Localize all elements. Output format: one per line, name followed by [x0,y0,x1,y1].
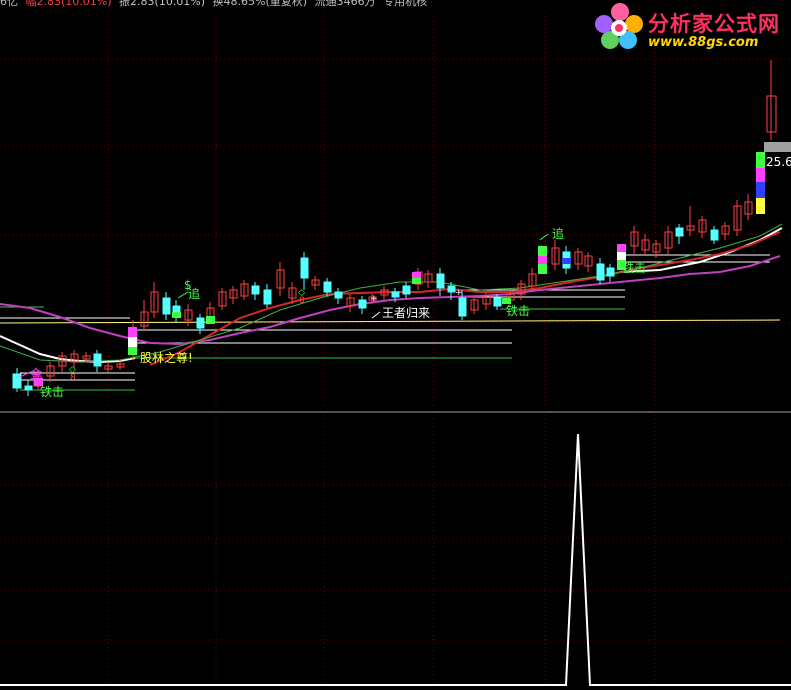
candle [733,200,742,236]
svg-text:+: + [370,294,378,304]
candle [150,282,159,318]
dollar-label: $ [184,278,192,292]
price-level-label: 25.69 [766,155,791,169]
tiji-label-1: 铁击 [40,385,64,399]
wangzhe-label: 王者归来 [382,306,430,320]
candle [251,282,260,300]
support-lines [0,254,781,391]
watermark: 分析家公式网 www.88gs.com [592,2,788,54]
candle [358,296,367,314]
flower-logo-icon [595,3,643,49]
chart-canvas: 8 ◇ 8 ◇ + + 追 $ 追 铁击 铁击 铁击 金 股林之尊! 王者归来 … [0,12,791,686]
svg-text:◇: ◇ [298,288,305,298]
candle [574,248,583,270]
candle [162,292,171,320]
indicator-line [0,433,791,686]
candle [196,314,205,334]
candle [311,276,320,290]
candle [218,288,227,310]
candles [12,60,777,396]
candle [606,264,615,282]
candle [346,294,355,312]
svg-text:◇: ◇ [69,365,76,375]
candle [470,296,479,314]
candle [46,362,55,382]
candle [140,300,149,330]
jing-label: 金 [30,366,42,381]
zhui-label-2: 追 [552,226,564,241]
candle [58,352,67,372]
tiji-label-2: 铁击 [506,304,530,318]
candle [276,262,285,296]
tiji-label-3: 铁击 [622,261,646,275]
candle [402,282,411,298]
candle [596,258,605,284]
candle [229,286,238,304]
candle [424,270,433,288]
watermark-title: 分析家公式网 [648,12,780,36]
candle [172,300,181,322]
candle [710,226,719,244]
watermark-url: www.88gs.com [648,35,759,50]
candle [686,206,695,236]
candle [436,268,445,296]
candle [12,368,22,392]
candle [93,350,102,372]
candle [300,252,309,290]
candle [493,294,502,310]
candle [744,194,753,220]
candle [766,60,777,140]
gushen-label: 股林之尊! [140,350,193,365]
candle [721,222,730,240]
candle [240,280,249,300]
signal-bars [34,142,791,386]
candle [584,252,593,272]
grid [0,12,791,685]
candle [551,240,560,270]
candle [675,224,684,244]
candle [24,380,33,396]
svg-text:+: + [455,288,463,298]
ma-white [0,335,136,364]
candle [334,288,343,304]
candle [641,234,650,256]
candle [263,284,272,308]
candle [630,226,639,256]
candle [104,362,113,372]
candle [664,226,673,254]
